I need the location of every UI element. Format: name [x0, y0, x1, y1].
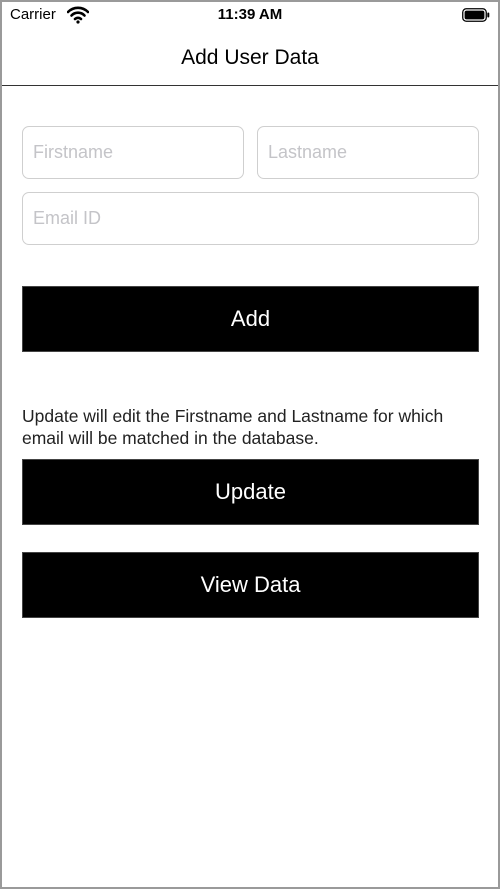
- view-data-button[interactable]: View Data: [22, 552, 479, 618]
- update-info-text: Update will edit the Firstname and Lastn…: [22, 406, 444, 448]
- email-field[interactable]: [22, 192, 479, 245]
- lastname-field[interactable]: [257, 126, 479, 179]
- battery-icon: [462, 8, 490, 22]
- update-button[interactable]: Update: [22, 459, 479, 525]
- status-bar: Carrier 11:39 AM: [2, 2, 498, 30]
- status-time: 11:39 AM: [217, 6, 283, 23]
- firstname-field[interactable]: [22, 126, 244, 179]
- app-screen: Carrier 11:39 AM Add User Data Add Updat…: [0, 0, 500, 889]
- page-title: Add User Data: [181, 46, 319, 69]
- navigation-bar: Add User Data: [2, 30, 498, 86]
- add-button[interactable]: Add: [22, 286, 479, 352]
